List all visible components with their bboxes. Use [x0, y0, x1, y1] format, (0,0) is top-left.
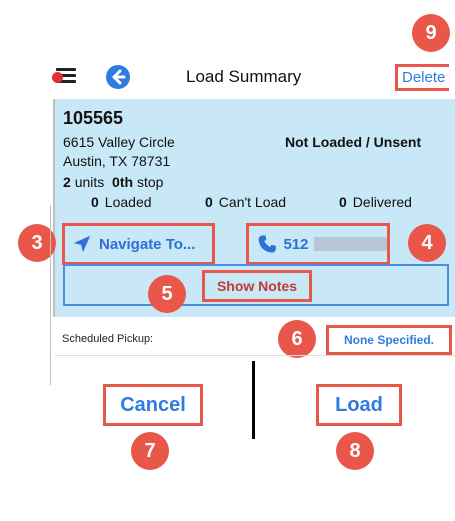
callout-badge: 9	[412, 14, 450, 52]
stat-label: Can't Load	[218, 194, 287, 210]
navigate-button[interactable]: Navigate To...	[62, 223, 215, 265]
back-arrow-icon[interactable]	[106, 65, 130, 89]
phone-redaction	[314, 237, 387, 251]
menu-icon[interactable]	[52, 66, 78, 86]
callout-badge: 6	[278, 320, 316, 358]
callout-badge: 7	[131, 432, 169, 470]
callout-badge: 8	[336, 432, 374, 470]
units-summary: 2 units 0th stop	[63, 174, 163, 190]
stat-delivered: 0 Delivered	[339, 194, 412, 210]
stat-count: 0	[339, 194, 347, 210]
location-arrow-icon	[73, 235, 91, 253]
stop-label: stop	[136, 174, 164, 190]
phone-number: 512	[283, 235, 309, 253]
cancel-button[interactable]: Cancel	[103, 384, 203, 426]
stat-label: Delivered	[352, 194, 412, 210]
show-notes-button[interactable]: Show Notes	[202, 270, 312, 302]
back-arrow-glyph	[112, 69, 126, 85]
navigate-label: Navigate To...	[99, 235, 196, 253]
scheduled-pickup-label: Scheduled Pickup:	[62, 333, 154, 345]
units-count: 2	[63, 174, 71, 190]
page-title: Load Summary	[186, 67, 302, 86]
stat-cant-load: 0 Can't Load	[205, 194, 286, 210]
address-line-1: 6615 Valley Circle	[63, 134, 175, 150]
stat-count: 0	[205, 194, 213, 210]
phone-icon	[258, 235, 276, 253]
phone-button[interactable]: 512	[246, 223, 390, 265]
scheduled-pickup-value[interactable]: None Specified.	[326, 325, 452, 355]
load-status: Not Loaded / Unsent	[285, 134, 422, 150]
stop-number: 0th	[112, 174, 134, 190]
section-divider	[55, 355, 455, 356]
load-button[interactable]: Load	[316, 384, 402, 426]
stat-count: 0	[91, 194, 99, 210]
notification-dot-icon	[52, 72, 63, 83]
button-divider	[252, 361, 255, 439]
stat-loaded: 0 Loaded	[91, 194, 152, 210]
stat-label: Loaded	[104, 194, 152, 210]
stop-id: 105565	[63, 108, 124, 128]
callout-badge: 4	[408, 224, 446, 262]
units-label: units	[74, 174, 105, 190]
callout-badge: 5	[148, 275, 186, 313]
left-divider	[50, 205, 51, 385]
delete-button[interactable]: Delete	[395, 64, 450, 91]
address-line-2: Austin, TX 78731	[63, 153, 171, 169]
menu-bar	[56, 68, 76, 71]
